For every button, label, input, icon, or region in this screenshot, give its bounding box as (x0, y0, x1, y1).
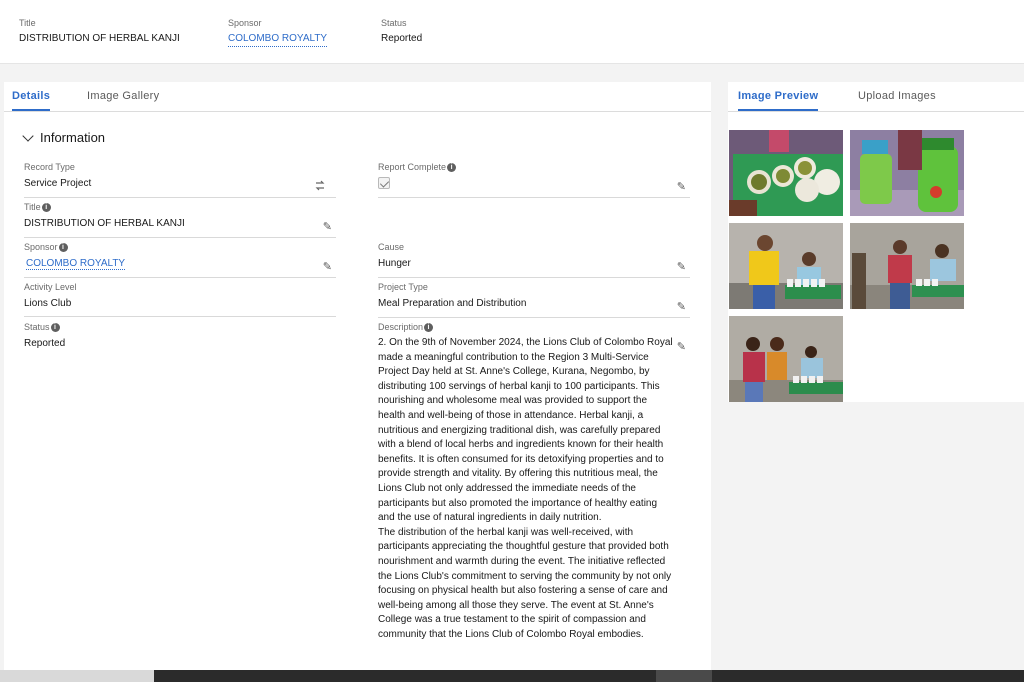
project-type-label: Project Type (378, 282, 428, 292)
title-label: Title (24, 202, 41, 212)
report-complete-label: Report Complete (378, 162, 447, 172)
report-complete-checkbox (378, 177, 390, 189)
header-status-field: Status Reported (381, 17, 422, 45)
header-sponsor-link[interactable]: COLOMBO ROYALTY (228, 33, 328, 47)
section-title: Information (40, 130, 106, 145)
info-icon[interactable]: i (50, 323, 60, 332)
image-preview-card: Image Preview Upload Images (728, 82, 1024, 402)
field-report-complete: Report Complete i ✎ (378, 162, 690, 198)
activity-level-label: Activity Level (24, 282, 77, 292)
sponsor-label: Sponsor (24, 242, 58, 252)
header-status-value: Reported (381, 33, 423, 44)
gallery-image-5[interactable] (729, 316, 843, 402)
field-project-type: Project Type Meal Preparation and Distri… (378, 282, 690, 318)
status-value: Reported (24, 338, 66, 349)
record-type-label: Record Type (24, 162, 75, 172)
image-tabs: Image Preview Upload Images (728, 82, 1024, 112)
edit-project-type-pencil-icon[interactable]: ✎ (677, 300, 686, 313)
tab-details[interactable]: Details (12, 90, 51, 111)
field-description: Description i 2. On the 9th of November 2… (378, 322, 690, 672)
information-section-toggle[interactable]: Information (22, 129, 106, 145)
header-sponsor-label: Sponsor (228, 18, 262, 28)
details-tabs: Details Image Gallery (4, 82, 711, 112)
header-status-label: Status (381, 18, 407, 28)
sponsor-link[interactable]: COLOMBO ROYALTY (26, 258, 126, 270)
os-taskbar (0, 670, 1024, 682)
status-label: Status (24, 322, 50, 332)
record-header: Title DISTRIBUTION OF HERBAL KANJI Spons… (0, 0, 1024, 64)
record-type-value: Service Project (24, 178, 92, 189)
info-icon[interactable]: i (447, 163, 457, 172)
field-title: Title i DISTRIBUTION OF HERBAL KANJI ✎ (24, 202, 336, 238)
edit-title-pencil-icon[interactable]: ✎ (323, 220, 332, 233)
gallery-image-3[interactable] (729, 223, 843, 309)
cause-value: Hunger (378, 258, 411, 269)
project-type-value: Meal Preparation and Distribution (378, 298, 527, 309)
info-icon[interactable]: i (424, 323, 434, 332)
description-label: Description (378, 322, 424, 332)
taskbar-segment (656, 670, 712, 682)
header-title-field: Title DISTRIBUTION OF HERBAL KANJI (19, 17, 180, 45)
info-icon[interactable]: i (41, 203, 51, 212)
tab-upload-images[interactable]: Upload Images (858, 90, 936, 109)
edit-cause-pencil-icon[interactable]: ✎ (677, 260, 686, 273)
title-value: DISTRIBUTION OF HERBAL KANJI (24, 218, 185, 229)
cause-label: Cause (378, 242, 405, 252)
activity-level-value: Lions Club (24, 298, 72, 309)
details-card: Details Image Gallery Information Record… (4, 82, 711, 682)
field-sponsor: Sponsor i COLOMBO ROYALTY ✎ (24, 242, 336, 278)
chevron-down-icon (22, 129, 34, 142)
gallery-image-4[interactable] (850, 223, 964, 309)
header-title-value: DISTRIBUTION OF HERBAL KANJI (19, 33, 180, 44)
gallery-image-1[interactable] (729, 130, 843, 216)
edit-report-complete-pencil-icon[interactable]: ✎ (677, 180, 686, 193)
field-cause: Cause Hunger ✎ (378, 242, 690, 278)
header-title-label: Title (19, 18, 36, 28)
edit-sponsor-pencil-icon[interactable]: ✎ (323, 260, 332, 273)
field-record-type: Record Type Service Project (24, 162, 336, 198)
field-status: Status i Reported (24, 322, 336, 358)
edit-description-pencil-icon[interactable]: ✎ (677, 340, 686, 353)
description-value: 2. On the 9th of November 2024, the Lion… (378, 337, 673, 640)
tab-image-preview[interactable]: Image Preview (738, 90, 819, 111)
swap-icon[interactable] (314, 180, 326, 191)
tab-image-gallery[interactable]: Image Gallery (87, 90, 159, 109)
taskbar-segment (0, 670, 154, 682)
header-sponsor-field: Sponsor COLOMBO ROYALTY (228, 17, 328, 47)
info-icon[interactable]: i (58, 243, 68, 252)
field-activity-level: Activity Level Lions Club (24, 282, 336, 317)
gallery-image-2[interactable] (850, 130, 964, 216)
